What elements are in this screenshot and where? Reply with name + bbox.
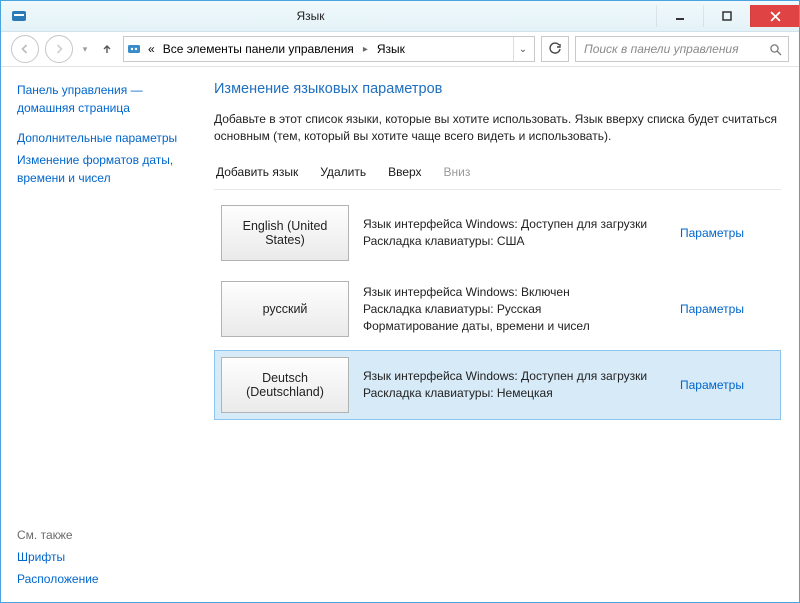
language-tile[interactable]: русский — [221, 281, 349, 337]
close-button[interactable] — [750, 5, 799, 27]
language-list: English (United States)Язык интерфейса W… — [214, 198, 781, 420]
window-title: Язык — [0, 9, 656, 23]
language-row[interactable]: English (United States) Язык интерфейса W… — [214, 198, 781, 268]
breadcrumb-item[interactable]: Язык — [375, 42, 407, 56]
arrow-left-icon — [19, 43, 31, 55]
sidebar-fonts-link[interactable]: Шрифты — [17, 548, 198, 566]
control-panel-icon — [126, 41, 142, 57]
breadcrumb-prefix: « — [146, 42, 157, 56]
page-title: Изменение языковых параметров — [214, 81, 781, 97]
sidebar-location-link[interactable]: Расположение — [17, 570, 198, 588]
history-dropdown[interactable]: ▾ — [79, 44, 91, 55]
maximize-button[interactable] — [703, 5, 750, 27]
toolbar: Добавить язык Удалить Вверх Вниз — [214, 161, 781, 190]
chevron-right-icon[interactable]: ▸ — [360, 44, 371, 55]
address-bar[interactable]: « Все элементы панели управления ▸ Язык … — [123, 36, 535, 62]
language-row[interactable]: Deutsch (Deutschland) Язык интерфейса Win… — [214, 350, 781, 420]
language-options-cell: Параметры — [680, 275, 780, 343]
language-details: Язык интерфейса Windows: Доступен для за… — [355, 351, 680, 419]
language-detail-line: Язык интерфейса Windows: Доступен для за… — [363, 216, 672, 233]
language-detail-line: Раскладка клавиатуры: США — [363, 233, 672, 250]
sidebar-formats-link[interactable]: Изменение форматов даты, времени и чисел — [17, 151, 198, 187]
content-area: Изменение языковых параметров Добавьте в… — [204, 67, 799, 602]
language-tile[interactable]: Deutsch (Deutschland) — [221, 357, 349, 413]
language-detail-line: Раскладка клавиатуры: Немецкая — [363, 385, 672, 402]
page-description: Добавьте в этот список языки, которые вы… — [214, 111, 781, 145]
forward-button[interactable] — [45, 35, 73, 63]
refresh-button[interactable] — [541, 36, 569, 62]
address-dropdown[interactable]: ⌄ — [513, 37, 532, 61]
language-options-cell: Параметры — [680, 351, 780, 419]
language-detail-line: Язык интерфейса Windows: Доступен для за… — [363, 368, 672, 385]
arrow-right-icon — [53, 43, 65, 55]
navigation-bar: ▾ « Все элементы панели управления ▸ Язы… — [1, 32, 799, 67]
body: Панель управления — домашняя страница До… — [1, 67, 799, 602]
language-options-cell: Параметры — [680, 199, 780, 267]
sidebar-advanced-link[interactable]: Дополнительные параметры — [17, 129, 198, 147]
language-row[interactable]: русскийЯзык интерфейса Windows: ВключенР… — [214, 274, 781, 344]
back-button[interactable] — [11, 35, 39, 63]
search-box[interactable] — [575, 36, 789, 62]
search-icon[interactable] — [769, 43, 782, 56]
sidebar-home-link[interactable]: Панель управления — домашняя страница — [17, 81, 198, 117]
window-controls — [656, 5, 799, 27]
language-detail-line: Язык интерфейса Windows: Включен — [363, 284, 672, 301]
arrow-up-icon — [100, 42, 114, 56]
move-down-button[interactable]: Вниз — [444, 165, 471, 179]
sidebar: Панель управления — домашняя страница До… — [1, 67, 204, 602]
search-input[interactable] — [582, 41, 769, 57]
language-details: Язык интерфейса Windows: Доступен для за… — [355, 199, 680, 267]
titlebar: Язык — [1, 1, 799, 32]
sidebar-see-also-label: См. также — [17, 528, 198, 542]
language-detail-line: Форматирование даты, времени и чисел — [363, 318, 672, 335]
language-detail-line: Раскладка клавиатуры: Русская — [363, 301, 672, 318]
language-settings-window: Язык ▾ « Все эл — [0, 0, 800, 603]
refresh-icon — [548, 42, 562, 56]
breadcrumb-item[interactable]: Все элементы панели управления — [161, 42, 356, 56]
language-details: Язык интерфейса Windows: ВключенРаскладк… — [355, 275, 680, 343]
minimize-button[interactable] — [656, 5, 703, 27]
add-language-button[interactable]: Добавить язык — [216, 165, 298, 179]
remove-language-button[interactable]: Удалить — [320, 165, 366, 179]
language-tile[interactable]: English (United States) — [221, 205, 349, 261]
language-options-link[interactable]: Параметры — [680, 302, 744, 316]
up-level-button[interactable] — [97, 38, 117, 60]
language-options-link[interactable]: Параметры — [680, 378, 744, 392]
move-up-button[interactable]: Вверх — [388, 165, 421, 179]
language-options-link[interactable]: Параметры — [680, 226, 744, 240]
